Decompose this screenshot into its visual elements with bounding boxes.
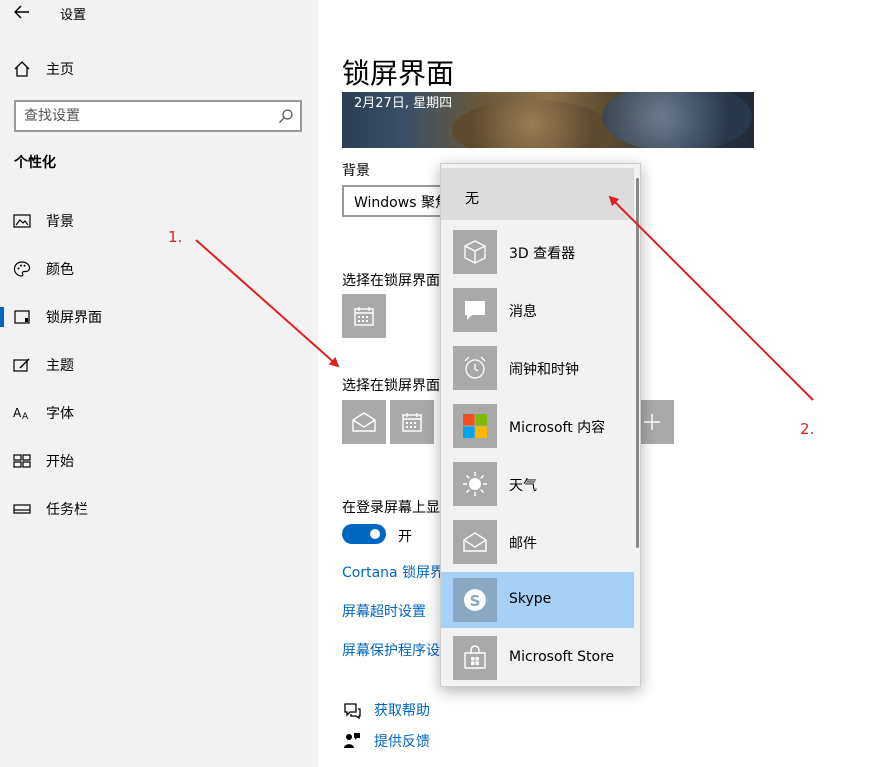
app-picker-dropdown: 无 3D 查看器 消息 闹钟和时钟 Microsoft 内容 天气 邮件 S S… bbox=[440, 163, 641, 687]
detail-status-label: 选择在锁屏界面上显示详细状态的应用 bbox=[342, 273, 442, 289]
app-title: 设置 bbox=[60, 8, 87, 23]
dropdown-item-label: 闹钟和时钟 bbox=[509, 362, 579, 378]
preview-date: 2月27日, 星期四 bbox=[354, 96, 453, 111]
sidebar-item-label: 颜色 bbox=[46, 262, 74, 278]
sidebar-item-label: 主题 bbox=[46, 358, 74, 374]
background-label: 背景 bbox=[342, 163, 370, 179]
dropdown-item-microsoft-store[interactable]: Microsoft Store bbox=[441, 630, 634, 686]
quick-status-app-tile[interactable] bbox=[390, 400, 434, 444]
title-bar: 设置 bbox=[0, 0, 318, 24]
screensaver-settings-link[interactable]: 屏幕保护程序设置 bbox=[342, 640, 442, 660]
feedback-icon bbox=[344, 733, 360, 748]
svg-text:A: A bbox=[13, 406, 22, 420]
calendar-icon bbox=[354, 307, 374, 326]
sidebar-item-start[interactable]: 开始 bbox=[0, 439, 318, 483]
back-button[interactable] bbox=[8, 0, 36, 24]
sidebar-item-label: 开始 bbox=[46, 454, 74, 470]
cortana-lockscreen-settings-link[interactable]: Cortana 锁屏界面设置 bbox=[342, 562, 442, 582]
lockscreen-icon bbox=[12, 307, 32, 327]
theme-icon bbox=[12, 355, 32, 375]
navigation-pane: 设置 主页 个性化 背景 颜色 锁屏界面 主题 AA bbox=[0, 0, 318, 767]
dropdown-item-messaging[interactable]: 消息 bbox=[441, 282, 634, 338]
page-title: 锁屏界面 bbox=[342, 57, 455, 90]
nav-home-label: 主页 bbox=[46, 62, 74, 78]
alarm-clock-icon bbox=[453, 346, 497, 390]
sidebar-item-lockscreen[interactable]: 锁屏界面 bbox=[0, 295, 318, 339]
give-feedback-label: 提供反馈 bbox=[374, 734, 430, 750]
preview-image-detail bbox=[602, 92, 752, 148]
font-icon: AA bbox=[12, 403, 32, 423]
lockscreen-preview: 2月27日, 星期四 bbox=[342, 92, 754, 148]
dropdown-item-microsoft-content[interactable]: Microsoft 内容 bbox=[441, 398, 634, 454]
sidebar-item-font[interactable]: AA 字体 bbox=[0, 391, 318, 435]
sidebar-item-background[interactable]: 背景 bbox=[0, 199, 318, 243]
cube-icon bbox=[453, 230, 497, 274]
sidebar-item-label: 锁屏界面 bbox=[46, 310, 102, 326]
dropdown-item-alarms-clock[interactable]: 闹钟和时钟 bbox=[441, 340, 634, 396]
dropdown-scrollbar[interactable] bbox=[636, 178, 639, 548]
store-icon bbox=[453, 636, 497, 680]
sidebar-item-label: 任务栏 bbox=[46, 502, 88, 518]
sun-icon bbox=[453, 462, 497, 506]
quick-status-app-tile[interactable] bbox=[342, 400, 386, 444]
toggle-state-label: 开 bbox=[398, 529, 412, 545]
dropdown-item-label: 消息 bbox=[509, 304, 537, 320]
detail-status-app-tile[interactable] bbox=[342, 294, 386, 338]
login-screen-label: 在登录屏幕上显示锁屏界面背景图片 bbox=[342, 500, 442, 516]
login-background-toggle[interactable] bbox=[342, 524, 386, 544]
dropdown-item-skype[interactable]: S Skype bbox=[441, 572, 634, 628]
section-title: 个性化 bbox=[14, 155, 56, 171]
get-help-link[interactable]: 获取帮助 bbox=[342, 698, 430, 722]
home-icon bbox=[12, 59, 32, 79]
skype-icon: S bbox=[453, 578, 497, 622]
quick-status-label: 选择在锁屏界面上显示快速状态的应用 bbox=[342, 378, 442, 394]
dropdown-item-label: 邮件 bbox=[509, 536, 537, 552]
help-icon bbox=[344, 703, 361, 720]
dropdown-item-label: 3D 查看器 bbox=[509, 246, 576, 262]
svg-text:A: A bbox=[22, 412, 29, 421]
dropdown-item-label: Microsoft Store bbox=[509, 649, 615, 665]
dropdown-item-label: 无 bbox=[465, 191, 479, 207]
get-help-label: 获取帮助 bbox=[374, 703, 430, 719]
taskbar-icon bbox=[12, 499, 32, 519]
dropdown-item-3d-viewer[interactable]: 3D 查看器 bbox=[441, 224, 634, 280]
message-icon bbox=[453, 288, 497, 332]
screen-timeout-settings-link[interactable]: 屏幕超时设置 bbox=[342, 601, 442, 621]
dropdown-item-label: Microsoft 内容 bbox=[509, 420, 606, 436]
sidebar-item-label: 背景 bbox=[46, 214, 74, 230]
toggle-knob bbox=[370, 529, 380, 539]
palette-icon bbox=[12, 259, 32, 279]
start-icon bbox=[12, 451, 32, 471]
sidebar-item-label: 字体 bbox=[46, 406, 74, 422]
dropdown-item-label: 天气 bbox=[509, 478, 537, 494]
dropdown-item-weather[interactable]: 天气 bbox=[441, 456, 634, 512]
search-input[interactable] bbox=[24, 106, 264, 126]
picture-icon bbox=[12, 211, 32, 231]
background-select[interactable]: Windows 聚焦 bbox=[342, 185, 452, 217]
calendar-icon bbox=[402, 413, 422, 432]
mail-icon bbox=[453, 520, 497, 564]
annotation-label-2: 2. bbox=[800, 420, 815, 438]
sidebar-item-theme[interactable]: 主题 bbox=[0, 343, 318, 387]
search-icon bbox=[279, 109, 293, 123]
sidebar-item-taskbar[interactable]: 任务栏 bbox=[0, 487, 318, 531]
sidebar-item-color[interactable]: 颜色 bbox=[0, 247, 318, 291]
nav-home[interactable]: 主页 bbox=[0, 47, 318, 91]
svg-text:S: S bbox=[470, 592, 481, 610]
mail-icon bbox=[352, 412, 376, 432]
search-box[interactable] bbox=[14, 100, 302, 132]
dropdown-item-none[interactable]: 无 bbox=[441, 168, 634, 220]
dropdown-item-label: Skype bbox=[509, 591, 552, 607]
microsoft-logo-icon bbox=[453, 404, 497, 448]
give-feedback-link[interactable]: 提供反馈 bbox=[342, 729, 430, 753]
plus-icon bbox=[644, 414, 660, 430]
annotation-label-1: 1. bbox=[168, 228, 183, 246]
dropdown-item-mail[interactable]: 邮件 bbox=[441, 514, 634, 570]
preview-image-detail bbox=[452, 100, 612, 148]
back-arrow-icon bbox=[14, 5, 29, 19]
